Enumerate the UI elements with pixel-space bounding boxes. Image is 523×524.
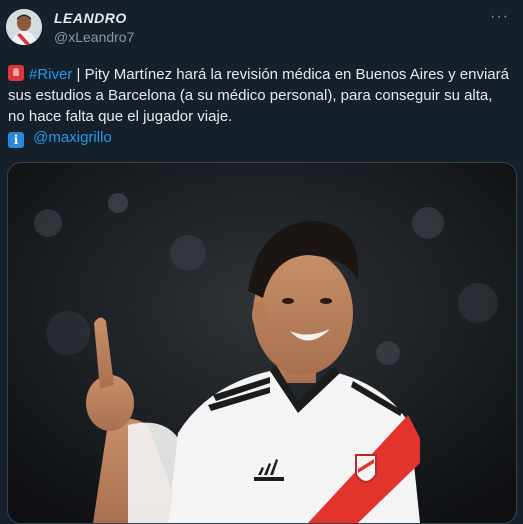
hashtag-link[interactable]: #River <box>29 66 72 83</box>
tweet-card: LEANDRO @xLeandro7 ··· #River | Pity Mar… <box>0 0 523 524</box>
more-options-icon[interactable]: ··· <box>490 9 509 25</box>
avatar[interactable] <box>6 9 42 45</box>
player-photo <box>8 163 516 523</box>
tweet-media-image[interactable] <box>7 162 517 524</box>
author-handle[interactable]: @xLeandro7 <box>54 29 134 45</box>
tweet-text: #River | Pity Martínez hará la revisión … <box>8 64 513 148</box>
siren-emoji-icon <box>8 65 24 81</box>
author-display-name[interactable]: LEANDRO <box>54 10 127 26</box>
tweet-body: | Pity Martínez hará la revisión médica … <box>8 66 509 125</box>
mention-link[interactable]: @maxigrillo <box>33 129 112 146</box>
info-emoji-icon: i <box>8 132 24 148</box>
avatar-image <box>6 9 42 45</box>
